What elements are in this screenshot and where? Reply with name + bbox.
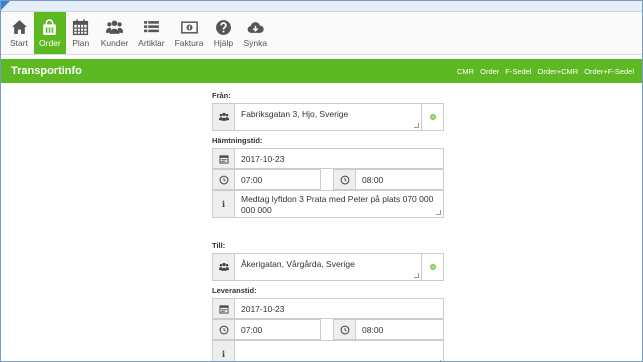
to-address-row: Åkerigatan, Vårgårda, Sverige [212, 253, 444, 281]
to-address-value: Åkerigatan, Vårgårda, Sverige [241, 259, 355, 269]
to-address-input[interactable]: Åkerigatan, Vårgårda, Sverige [235, 254, 421, 280]
order-cmr-link[interactable]: Order+CMR [538, 67, 579, 76]
from-address-value: Fabriksgatan 3, Hjo, Sverige [241, 109, 349, 119]
clock-icon [213, 320, 235, 339]
delivery-date-input[interactable]: 2017-10-23 [235, 299, 443, 318]
users-icon [105, 19, 123, 34]
to-address-status [421, 254, 443, 280]
from-address-status [421, 104, 443, 130]
order-link[interactable]: Order [480, 67, 499, 76]
delivery-time-row: 07:00 08:00 [212, 319, 444, 340]
toolbar-synka-label: Synka [243, 37, 268, 48]
list-icon [143, 20, 159, 32]
from-address-row: Fabriksgatan 3, Hjo, Sverige [212, 103, 444, 131]
toolbar-order-button[interactable]: Order [34, 12, 66, 54]
delivery-time-to-input[interactable]: 08:00 [356, 320, 443, 339]
info-icon: i [213, 191, 235, 217]
toolbar-kunder-button[interactable]: Kunder [96, 12, 133, 54]
shopping-bag-icon [43, 18, 57, 35]
calendar-icon [213, 149, 235, 168]
delivery-date-row: 2017-10-23 [212, 298, 444, 319]
toolbar-plan-label: Plan [72, 37, 90, 48]
toolbar-start-button[interactable]: Start [4, 12, 34, 54]
header-links: CMR Order F-Sedel Order+CMR Order+F-Sede… [457, 67, 634, 76]
calendar-icon [213, 299, 235, 318]
clock-icon [213, 170, 235, 189]
delivery-time-from-input[interactable]: 07:00 [235, 320, 320, 339]
money-icon [180, 20, 198, 34]
cmr-link[interactable]: CMR [457, 67, 474, 76]
clock-icon [334, 320, 356, 339]
toolbar-faktura-button[interactable]: Faktura [170, 12, 209, 54]
app-window: Start Order Plan Kunder Artiklar Faktura… [0, 0, 643, 362]
page-title: Transportinfo [11, 65, 82, 77]
toolbar-hjalp-label: Hjälp [213, 37, 234, 48]
calendar-grid-icon [73, 19, 89, 35]
pickup-time-from-group: 07:00 [212, 169, 321, 190]
ok-status-icon [429, 264, 436, 270]
toolbar-faktura-label: Faktura [174, 37, 204, 48]
toolbar-order-label: Order [39, 37, 61, 48]
cloud-download-icon [247, 21, 264, 33]
pickup-date-row: 2017-10-23 [212, 148, 444, 169]
corner-marker [1, 1, 10, 10]
users-icon [213, 254, 235, 280]
question-icon [216, 19, 231, 35]
info-icon: i [213, 341, 235, 361]
pickup-time-label: Hämtningstid: [212, 136, 263, 145]
to-note-input[interactable] [235, 341, 443, 361]
toolbar-artiklar-label: Artiklar [138, 37, 165, 48]
toolbar-plan-button[interactable]: Plan [66, 12, 96, 54]
toolbar-kunder-label: Kunder [100, 37, 129, 48]
delivery-time-to-group: 08:00 [333, 319, 444, 340]
clock-icon [334, 170, 356, 189]
to-label: Till: [212, 241, 226, 250]
toolbar-hjalp-button[interactable]: Hjälp [208, 12, 238, 54]
delivery-time-from-group: 07:00 [212, 319, 321, 340]
from-note-row: i Medtag lyftdon 3 Prata med Peter på pl… [212, 190, 444, 218]
toolbar-start-label: Start [10, 37, 28, 48]
resize-handle[interactable] [436, 210, 441, 215]
toolbar-artiklar-button[interactable]: Artiklar [133, 12, 169, 54]
resize-handle[interactable] [414, 123, 419, 128]
delivery-time-label: Leveranstid: [212, 286, 257, 295]
from-label: Från: [212, 91, 231, 100]
transportinfo-header: Transportinfo CMR Order F-Sedel Order+CM… [1, 59, 642, 83]
users-icon [213, 104, 235, 130]
from-note-value: Medtag lyftdon 3 Prata med Peter på plat… [241, 194, 434, 215]
pickup-time-to-group: 08:00 [333, 169, 444, 190]
pickup-time-row: 07:00 08:00 [212, 169, 444, 190]
pickup-time-from-input[interactable]: 07:00 [235, 170, 320, 189]
f-sedel-link[interactable]: F-Sedel [505, 67, 531, 76]
home-icon [11, 19, 27, 34]
pickup-date-input[interactable]: 2017-10-23 [235, 149, 443, 168]
toolbar-synka-button[interactable]: Synka [238, 12, 272, 54]
transport-form: Från: Fabriksgatan 3, Hjo, Sverige Hämtn… [212, 89, 444, 361]
order-f-sedel-link[interactable]: Order+F-Sedel [584, 67, 634, 76]
from-address-input[interactable]: Fabriksgatan 3, Hjo, Sverige [235, 104, 421, 130]
time-gap [321, 319, 333, 340]
main-toolbar: Start Order Plan Kunder Artiklar Faktura… [1, 12, 642, 55]
pickup-time-to-input[interactable]: 08:00 [356, 170, 443, 189]
time-gap [321, 169, 333, 190]
to-note-row: i [212, 340, 444, 361]
resize-handle[interactable] [414, 273, 419, 278]
from-note-input[interactable]: Medtag lyftdon 3 Prata med Peter på plat… [235, 191, 443, 217]
ok-status-icon [429, 114, 436, 120]
window-top-strip [1, 1, 642, 12]
